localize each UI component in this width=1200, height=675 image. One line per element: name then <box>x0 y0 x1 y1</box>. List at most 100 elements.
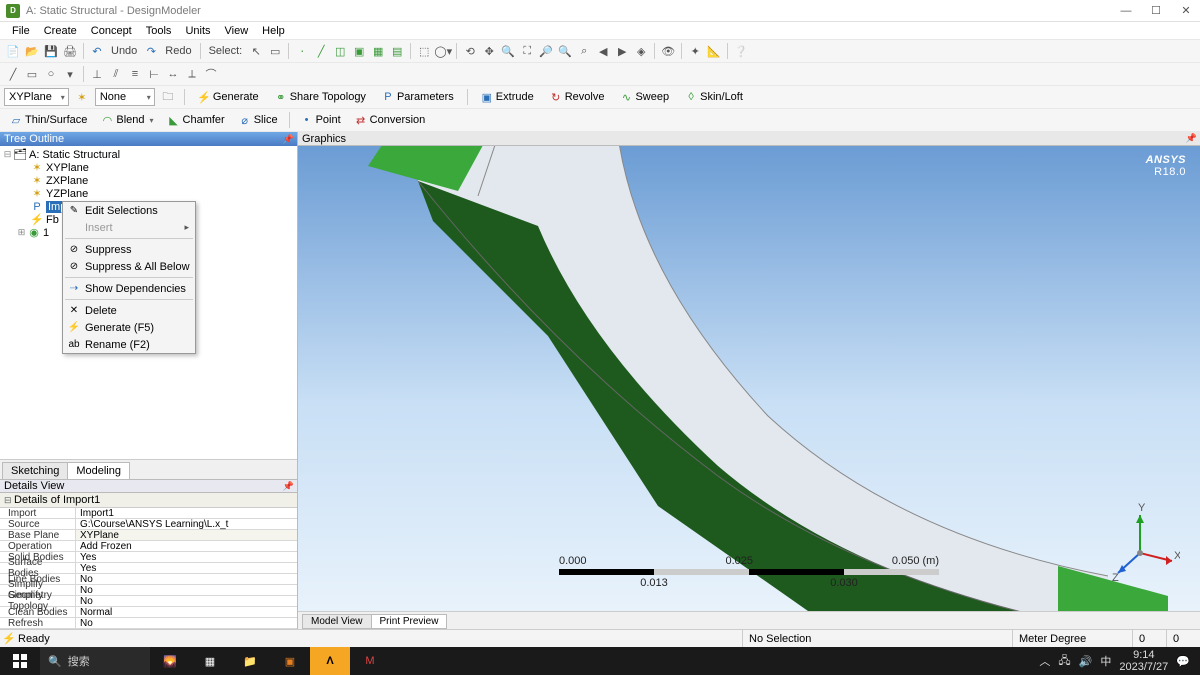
pin-icon[interactable]: 📌 <box>1186 133 1197 144</box>
menu-view[interactable]: View <box>219 24 255 38</box>
system-tray[interactable]: ︿ 🖧 🔊 中 9:14 2023/7/27 💬 <box>1039 649 1200 673</box>
new-plane-icon[interactable]: ✶ <box>73 88 91 106</box>
collapse-icon[interactable]: ⊟ <box>2 149 13 160</box>
ctx-edit-selections[interactable]: ✎Edit Selections <box>63 202 195 219</box>
maximize-button[interactable]: ☐ <box>1150 5 1162 17</box>
print-icon[interactable]: 🖨 <box>61 42 79 60</box>
zoom-sel-icon[interactable]: ⌕ <box>575 42 593 60</box>
new-sketch-icon[interactable]: 🗀 <box>159 88 177 106</box>
zoom-fit-icon[interactable]: ⛶ <box>518 42 536 60</box>
taskbar-search[interactable]: 🔍搜索 <box>40 647 150 675</box>
expand-icon[interactable]: ⊞ <box>16 227 27 238</box>
extrude-button[interactable]: ▣Extrude <box>475 89 540 105</box>
ctx-insert[interactable]: Insert <box>63 219 195 236</box>
taskbar-explorer[interactable]: 📁 <box>230 647 270 675</box>
undo-label[interactable]: Undo <box>107 45 141 57</box>
iso-icon[interactable]: ◈ <box>632 42 650 60</box>
constraint6-icon[interactable]: ⟂ <box>183 65 201 83</box>
taskbar-clock[interactable]: 9:14 2023/7/27 <box>1119 649 1168 673</box>
taskbar-ansys[interactable]: Λ <box>310 647 350 675</box>
detail-row[interactable]: Base PlaneXYPlane <box>0 530 297 541</box>
ctx-generate[interactable]: ⚡Generate (F5) <box>63 319 195 336</box>
menu-create[interactable]: Create <box>38 24 83 38</box>
detail-row[interactable]: OperationAdd Frozen <box>0 541 297 552</box>
filter-face-icon[interactable]: ◫ <box>331 42 349 60</box>
help-toolbar-icon[interactable]: ❔ <box>732 42 750 60</box>
blend-button[interactable]: ◠Blend▾ <box>95 112 159 128</box>
graphics-viewport[interactable]: ANSYS R18.0 0.000 0.02 <box>298 146 1200 611</box>
tree-outline[interactable]: ⊟🗂A: Static Structural ✶XYPlane ✶ZXPlane… <box>0 146 297 459</box>
tree-yzplane[interactable]: ✶YZPlane <box>2 187 295 200</box>
pin-icon[interactable]: 📌 <box>283 481 294 492</box>
taskbar-powerpoint[interactable]: ▣ <box>270 647 310 675</box>
zoom-in-icon[interactable]: 🔎 <box>537 42 555 60</box>
tray-volume-icon[interactable]: 🔊 <box>1079 655 1093 668</box>
constraint2-icon[interactable]: ⫽ <box>107 65 125 83</box>
constraint1-icon[interactable]: ⊥ <box>88 65 106 83</box>
filter-multi-icon[interactable]: ▦ <box>369 42 387 60</box>
taskbar-app-2[interactable]: ▦ <box>190 647 230 675</box>
detail-row[interactable]: Simplify TopologyNo <box>0 596 297 607</box>
filter-vertex-icon[interactable]: ⋅ <box>293 42 311 60</box>
sketch-dropdown-icon[interactable]: ▾ <box>61 65 79 83</box>
detail-row[interactable]: RefreshNo <box>0 618 297 629</box>
select-box-icon[interactable]: ▭ <box>266 42 284 60</box>
zoom-out-icon[interactable]: 🔍 <box>556 42 574 60</box>
display-icon[interactable]: ✦ <box>686 42 704 60</box>
ctx-suppress-all[interactable]: ⊘Suppress & All Below <box>63 258 195 275</box>
constraint3-icon[interactable]: ≡ <box>126 65 144 83</box>
parameters-button[interactable]: PParameters <box>376 89 460 105</box>
rotate-icon[interactable]: ⟲ <box>461 42 479 60</box>
new-icon[interactable]: 📄 <box>4 42 22 60</box>
prev-view-icon[interactable]: ◀ <box>594 42 612 60</box>
share-topology-button[interactable]: ⚭Share Topology <box>269 89 372 105</box>
open-icon[interactable]: 📂 <box>23 42 41 60</box>
detail-row[interactable]: Clean BodiesNormal <box>0 607 297 618</box>
pan-icon[interactable]: ✥ <box>480 42 498 60</box>
ctx-suppress[interactable]: ⊘Suppress <box>63 241 195 258</box>
filter-edge-icon[interactable]: ╱ <box>312 42 330 60</box>
sweep-button[interactable]: ∿Sweep <box>614 89 675 105</box>
sketch-line-icon[interactable]: ╱ <box>4 65 22 83</box>
start-button[interactable] <box>0 647 40 675</box>
redo-icon[interactable]: ↷ <box>142 42 160 60</box>
plane-combo[interactable]: XYPlane <box>4 88 69 106</box>
tray-ime-icon[interactable]: 中 <box>1100 653 1111 669</box>
axis-triad[interactable]: X Y Z <box>1100 503 1180 583</box>
detail-row[interactable]: ImportImport1 <box>0 508 297 519</box>
minimize-button[interactable]: — <box>1120 5 1132 17</box>
next-view-icon[interactable]: ▶ <box>613 42 631 60</box>
box-select-icon[interactable]: ⬚ <box>415 42 433 60</box>
detail-row[interactable]: SourceG:\Course\ANSYS Learning\L.x_t <box>0 519 297 530</box>
tab-modeling[interactable]: Modeling <box>67 462 130 479</box>
filter-extend-icon[interactable]: ▤ <box>388 42 406 60</box>
ctx-show-dependencies[interactable]: ⇢Show Dependencies <box>63 280 195 297</box>
menu-file[interactable]: File <box>6 24 36 38</box>
chamfer-button[interactable]: ◣Chamfer <box>162 112 231 128</box>
constraint4-icon[interactable]: ⊢ <box>145 65 163 83</box>
look-at-icon[interactable]: 👁 <box>659 42 677 60</box>
tray-chevron-icon[interactable]: ︿ <box>1039 653 1050 669</box>
point-button[interactable]: •Point <box>295 112 347 128</box>
zoom-box-icon[interactable]: 🔍 <box>499 42 517 60</box>
tray-notifications-icon[interactable]: 💬 <box>1176 655 1190 668</box>
constraint7-icon[interactable]: ⌒ <box>202 65 220 83</box>
tree-zxplane[interactable]: ✶ZXPlane <box>2 174 295 187</box>
sketch-combo[interactable]: None <box>95 88 155 106</box>
constraint5-icon[interactable]: ↔ <box>164 65 182 83</box>
select-cursor-icon[interactable]: ↖ <box>247 42 265 60</box>
conversion-button[interactable]: ⇄Conversion <box>349 112 432 128</box>
detail-row[interactable]: Surface BodiesYes <box>0 563 297 574</box>
close-button[interactable]: ✕ <box>1180 5 1192 17</box>
sketch-rect-icon[interactable]: ▭ <box>23 65 41 83</box>
menu-concept[interactable]: Concept <box>85 24 138 38</box>
ruler-icon[interactable]: 📐 <box>705 42 723 60</box>
tree-xyplane[interactable]: ✶XYPlane <box>2 161 295 174</box>
pin-icon[interactable]: 📌 <box>283 134 294 145</box>
taskbar-mail[interactable]: M <box>350 647 390 675</box>
tree-root[interactable]: ⊟🗂A: Static Structural <box>2 148 295 161</box>
filter-body-icon[interactable]: ▣ <box>350 42 368 60</box>
details-group[interactable]: Details of Import1 <box>0 493 297 508</box>
menu-help[interactable]: Help <box>256 24 291 38</box>
ctx-delete[interactable]: ✕Delete <box>63 302 195 319</box>
